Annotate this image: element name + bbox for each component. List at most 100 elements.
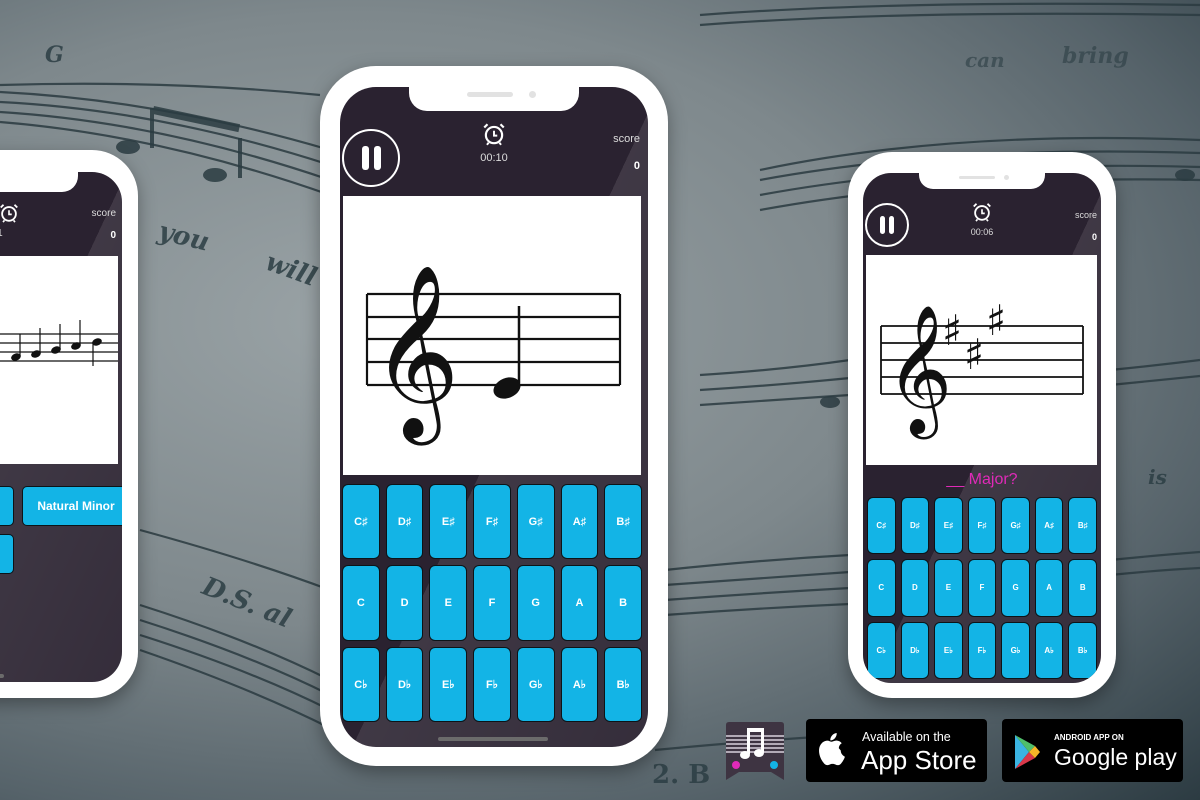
key-e[interactable]: E	[934, 559, 963, 617]
alarm-clock-icon	[955, 201, 1009, 223]
left-timer: 0:11	[0, 202, 34, 239]
pause-icon-bar	[361, 146, 369, 170]
key-e[interactable]: E	[429, 565, 468, 641]
answer-button-partial-2[interactable]	[0, 534, 14, 574]
key-b-flat[interactable]: B♭	[604, 646, 642, 722]
right-staff-area: 𝄞 ♯ ♯ ♯	[866, 255, 1097, 465]
key-f-flat[interactable]: F♭	[967, 621, 997, 679]
key-g-sharp[interactable]: G♯	[1001, 497, 1030, 555]
center-phone-screen: 00:10 score 0 𝄞 C♯ D♯ E♯ F♯ G♯ A♯ B♯ C D…	[340, 87, 648, 747]
center-timer: 00:10	[464, 121, 524, 164]
center-note-keypad: C♯ D♯ E♯ F♯ G♯ A♯ B♯ C D E F G A B C♭ D♭…	[340, 481, 644, 725]
left-phone-screen: 0:11 score 0	[0, 172, 122, 682]
key-f-sharp[interactable]: F♯	[473, 484, 511, 560]
svg-text:♯: ♯	[964, 330, 984, 379]
key-d-sharp[interactable]: D♯	[900, 497, 930, 555]
pause-icon-bar	[373, 146, 381, 170]
home-indicator	[0, 674, 4, 678]
sharp-sign-g: ♯	[986, 296, 1006, 345]
sharp-sign-f: ♯	[942, 306, 962, 355]
google-play-small-text: ANDROID APP ON	[1054, 733, 1124, 742]
score-label: score	[91, 208, 116, 219]
key-b[interactable]: B	[1068, 559, 1097, 617]
key-d[interactable]: D	[385, 565, 424, 641]
key-d-flat[interactable]: D♭	[900, 621, 930, 679]
right-note-keypad: C♯ D♯ E♯ F♯ G♯ A♯ B♯ C D E F G A B C♭ D♭…	[865, 495, 1099, 683]
key-d-sharp[interactable]: D♯	[385, 484, 424, 560]
score-value: 0	[110, 230, 116, 241]
timer-text: 00:06	[970, 227, 994, 237]
alarm-clock-icon	[464, 121, 524, 147]
quarter-note	[493, 306, 521, 399]
bg-word-can: can	[965, 48, 1005, 72]
key-g-flat[interactable]: G♭	[516, 646, 555, 722]
center-phone: 00:10 score 0 𝄞 C♯ D♯ E♯ F♯ G♯ A♯ B♯ C D…	[320, 66, 668, 766]
treble-clef-icon: 𝄞	[371, 264, 460, 446]
key-e-flat[interactable]: E♭	[429, 646, 468, 722]
key-b-sharp[interactable]: B♯	[604, 484, 642, 560]
key-e-flat[interactable]: E♭	[934, 621, 963, 679]
key-c[interactable]: C	[342, 565, 380, 641]
svg-text:𝄞: 𝄞	[371, 264, 460, 446]
key-a[interactable]: A	[560, 565, 599, 641]
scale-notes	[11, 338, 102, 361]
key-a-flat[interactable]: A♭	[560, 646, 599, 722]
key-signature-notation: 𝄞 ♯ ♯ ♯	[880, 296, 1084, 440]
timer-text: 00:10	[480, 152, 508, 164]
key-g-sharp[interactable]: G♯	[516, 484, 555, 560]
bg-word-is: is	[1148, 465, 1167, 489]
key-d-flat[interactable]: D♭	[385, 646, 424, 722]
app-store-big-text: App Store	[861, 745, 977, 775]
left-phone: 0:11 score 0	[0, 150, 138, 698]
key-c[interactable]: C	[867, 559, 896, 617]
key-c-flat[interactable]: C♭	[867, 621, 896, 679]
pause-button[interactable]	[865, 203, 909, 247]
bg-word-g: G	[45, 42, 64, 68]
right-phone-screen: 00:06 score 0 𝄞 ♯ ♯ ♯ __ Major? C♯ D♯ E♯…	[863, 173, 1101, 683]
score-label: score	[1074, 210, 1097, 220]
key-f-sharp[interactable]: F♯	[967, 497, 997, 555]
key-e-sharp[interactable]: E♯	[429, 484, 468, 560]
key-f-flat[interactable]: F♭	[473, 646, 511, 722]
timer-text: 0:11	[0, 228, 34, 239]
app-store-badge[interactable]: Available on the App Store	[806, 719, 987, 782]
right-phone: 00:06 score 0 𝄞 ♯ ♯ ♯ __ Major? C♯ D♯ E♯…	[848, 152, 1116, 698]
key-g[interactable]: G	[1001, 559, 1030, 617]
key-c-sharp[interactable]: C♯	[867, 497, 896, 555]
google-play-icon	[1014, 734, 1040, 775]
score-value: 0	[633, 160, 640, 172]
key-b-flat[interactable]: B♭	[1068, 621, 1097, 679]
home-indicator	[438, 737, 548, 741]
alarm-clock-icon	[0, 202, 34, 224]
key-c-flat[interactable]: C♭	[342, 646, 380, 722]
right-timer: 00:06	[955, 201, 1009, 237]
key-a-flat[interactable]: A♭	[1034, 621, 1064, 679]
app-store-small-text: Available on the	[862, 730, 951, 744]
key-a-sharp[interactable]: A♯	[1034, 497, 1064, 555]
key-b[interactable]: B	[604, 565, 642, 641]
question-text: __ Major?	[946, 471, 1018, 488]
svg-text:♯: ♯	[942, 306, 962, 355]
key-a[interactable]: A	[1034, 559, 1064, 617]
google-play-badge[interactable]: ANDROID APP ON Google play	[1002, 719, 1183, 782]
svg-text:♯: ♯	[986, 296, 1006, 345]
key-b-sharp[interactable]: B♯	[1068, 497, 1097, 555]
key-f[interactable]: F	[473, 565, 511, 641]
key-d[interactable]: D	[900, 559, 930, 617]
pause-icon-bar	[880, 216, 885, 234]
natural-minor-button[interactable]: Natural Minor	[22, 486, 122, 526]
pause-icon-bar	[889, 216, 894, 234]
bg-word-2b: 2. B	[652, 760, 711, 790]
note-notation: 𝄞	[365, 264, 622, 446]
answer-button-partial[interactable]	[0, 486, 14, 526]
key-a-sharp[interactable]: A♯	[560, 484, 599, 560]
apple-icon	[818, 733, 848, 772]
score-value: 0	[1091, 232, 1097, 242]
key-e-sharp[interactable]: E♯	[934, 497, 963, 555]
key-f[interactable]: F	[967, 559, 997, 617]
center-staff-area: 𝄞	[343, 196, 641, 475]
key-c-sharp[interactable]: C♯	[342, 484, 380, 560]
key-g-flat[interactable]: G♭	[1001, 621, 1030, 679]
pause-button[interactable]	[342, 129, 400, 187]
key-g[interactable]: G	[516, 565, 555, 641]
